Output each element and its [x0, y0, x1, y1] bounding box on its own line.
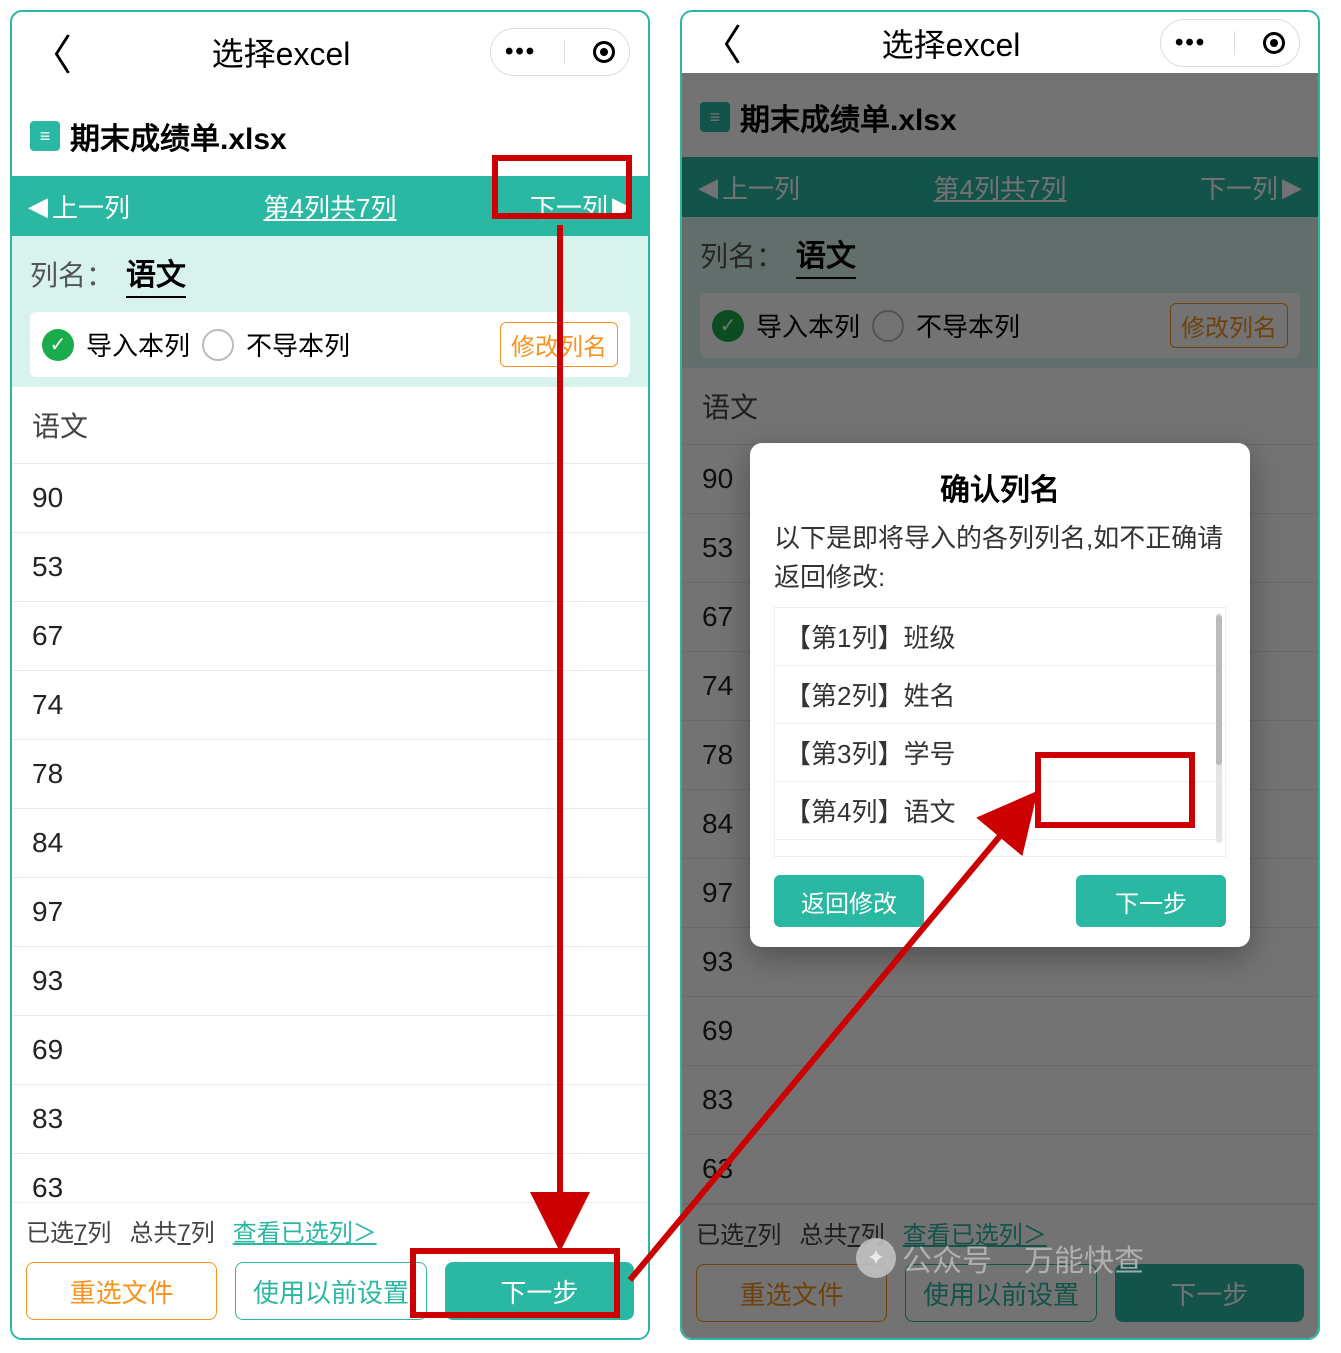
- scrollbar-icon: [1216, 613, 1222, 843]
- column-name-label: 列名：: [30, 254, 114, 294]
- dialog-title: 确认列名: [774, 465, 1226, 509]
- miniapp-capsule[interactable]: •••: [1160, 19, 1300, 67]
- list-item: 93: [12, 947, 648, 1016]
- close-miniapp-icon[interactable]: [1263, 32, 1285, 54]
- use-previous-settings-button[interactable]: 使用以前设置: [235, 1262, 426, 1320]
- back-icon[interactable]: 〈: [700, 12, 742, 73]
- watermark: ✦ 公众号 万能快查: [856, 1236, 1144, 1280]
- back-icon[interactable]: 〈: [30, 22, 72, 83]
- column-position[interactable]: 第4列共7列: [264, 188, 397, 225]
- import-yes-label: 导入本列: [86, 326, 190, 363]
- dialog-list-item: 【第1列】班级: [775, 608, 1225, 666]
- more-icon[interactable]: •••: [1175, 29, 1206, 57]
- more-icon[interactable]: •••: [505, 38, 536, 66]
- column-name-value: 语文: [126, 250, 186, 298]
- list-item: 63: [12, 1154, 648, 1202]
- list-item: 67: [12, 602, 648, 671]
- excel-file-icon: ≡: [30, 121, 60, 151]
- dialog-list-item: 【第2列】姓名: [775, 666, 1225, 724]
- reselect-file-button[interactable]: 重选文件: [26, 1262, 217, 1320]
- list-item: 53: [12, 533, 648, 602]
- rename-column-button[interactable]: 修改列名: [500, 322, 618, 367]
- column-info: 列名： 语文 ✓ 导入本列 不导本列 修改列名: [12, 236, 648, 387]
- wechat-icon: ✦: [856, 1238, 896, 1278]
- radio-import-no[interactable]: [202, 329, 234, 361]
- close-miniapp-icon[interactable]: [593, 41, 615, 63]
- list-header: 语文: [12, 387, 648, 464]
- confirm-columns-dialog: 确认列名 以下是即将导入的各列列名,如不正确请返回修改: 【第1列】班级 【第2…: [750, 443, 1250, 947]
- view-selected-link[interactable]: 查看已选列＞: [233, 1213, 377, 1248]
- dialog-description: 以下是即将导入的各列列名,如不正确请返回修改:: [774, 519, 1226, 597]
- highlight-next-step-left: [410, 1248, 620, 1318]
- radio-import-yes[interactable]: ✓: [42, 329, 74, 361]
- page-title: 选择excel: [72, 29, 490, 75]
- chevron-left-icon: ◀: [28, 191, 48, 222]
- file-name: 期末成绩单.xlsx: [70, 114, 287, 158]
- column-data-list: 语文 90 53 67 74 78 84 97 93 69 83 63: [12, 387, 648, 1202]
- list-item: 83: [12, 1085, 648, 1154]
- dialog-list-item: 【第5列】数学: [775, 840, 1225, 857]
- import-no-label: 不导本列: [246, 326, 350, 363]
- selection-status: 已选7列 总共7列 查看已选列＞: [26, 1213, 634, 1248]
- highlight-next-step-dialog: [1035, 752, 1195, 828]
- list-item: 97: [12, 878, 648, 947]
- phone-right: 〈 选择excel ••• ≡ 期末成绩单.xlsx ◀ 上一列 第4列共7列 …: [680, 10, 1320, 1340]
- import-options: ✓ 导入本列 不导本列 修改列名: [30, 312, 630, 377]
- miniapp-capsule[interactable]: •••: [490, 28, 630, 76]
- list-item: 69: [12, 1016, 648, 1085]
- dialog-back-button[interactable]: 返回修改: [774, 875, 924, 927]
- list-item: 74: [12, 671, 648, 740]
- title-bar: 〈 选择excel •••: [682, 12, 1318, 73]
- prev-column-button[interactable]: ◀ 上一列: [20, 188, 138, 225]
- list-item: 84: [12, 809, 648, 878]
- dialog-next-button[interactable]: 下一步: [1076, 875, 1226, 927]
- highlight-next-column: [492, 155, 632, 219]
- page-title: 选择excel: [742, 20, 1160, 66]
- list-item: 78: [12, 740, 648, 809]
- list-item: 90: [12, 464, 648, 533]
- title-bar: 〈 选择excel •••: [12, 12, 648, 92]
